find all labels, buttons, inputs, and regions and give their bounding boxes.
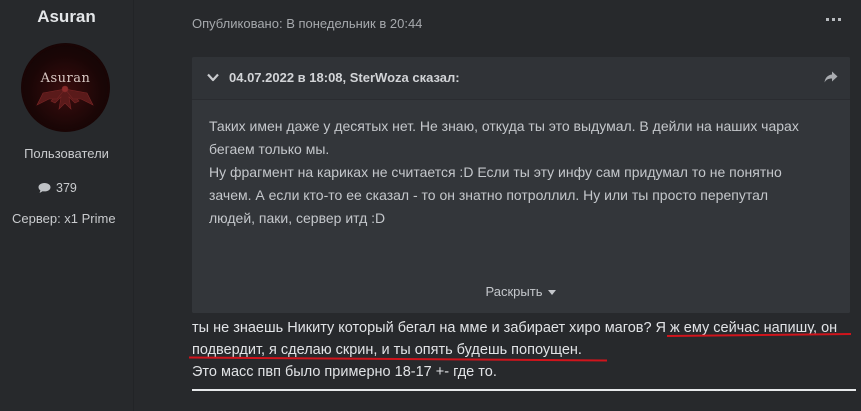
avatar[interactable]: Asuran — [21, 43, 110, 132]
post-divider — [192, 389, 856, 391]
expand-quote-button[interactable]: Раскрыть — [192, 284, 850, 299]
quote-line: Ну фрагмент на кариках не считается :D Е… — [209, 164, 782, 180]
avatar-logo-text: Asuran — [40, 71, 91, 86]
quote-line: Таких имен даже у десятых нет. Не знаю, … — [209, 118, 799, 134]
expand-quote-label: Раскрыть — [485, 284, 543, 299]
quote-line: людей, паки, сервер итд :D — [209, 210, 386, 226]
comment-icon — [38, 183, 51, 193]
author-panel: Asuran Asuran Пользователи 379 Сервер: x… — [0, 0, 134, 411]
quote-header: 04.07.2022 в 18:08, SterWoza сказал: — [192, 57, 850, 100]
post-count-value: 379 — [56, 181, 77, 195]
quote-line: зачем. А если кто-то ее сказал - то он з… — [209, 187, 769, 203]
phoenix-emblem-icon — [21, 43, 110, 132]
user-group: Пользователи — [24, 146, 109, 161]
quote-line: бегаем только мы. — [209, 141, 330, 157]
chevron-down-icon[interactable] — [207, 73, 219, 82]
caret-down-icon — [548, 290, 557, 296]
quote-body: Таких имен даже у десятых нет. Не знаю, … — [209, 115, 834, 230]
post-content: ты не знаешь Никиту который бегал на мме… — [192, 317, 857, 383]
quote-citation[interactable]: 04.07.2022 в 18:08, SterWoza сказал: — [229, 70, 460, 85]
server-info: Сервер: x1 Prime — [12, 211, 116, 226]
published-date: Опубликовано: В понедельник в 20:44 — [192, 16, 423, 31]
share-icon[interactable] — [824, 71, 838, 83]
post-line: Это масс пвп было примерно 18-17 +- где … — [192, 364, 497, 380]
quote-block: 04.07.2022 в 18:08, SterWoza сказал: Так… — [192, 57, 850, 313]
post-count: 379 — [38, 181, 77, 195]
author-name[interactable]: Asuran — [0, 7, 133, 27]
forum-post: Asuran Asuran Пользователи 379 Сервер: x… — [0, 0, 861, 411]
more-options-icon[interactable] — [826, 18, 842, 28]
